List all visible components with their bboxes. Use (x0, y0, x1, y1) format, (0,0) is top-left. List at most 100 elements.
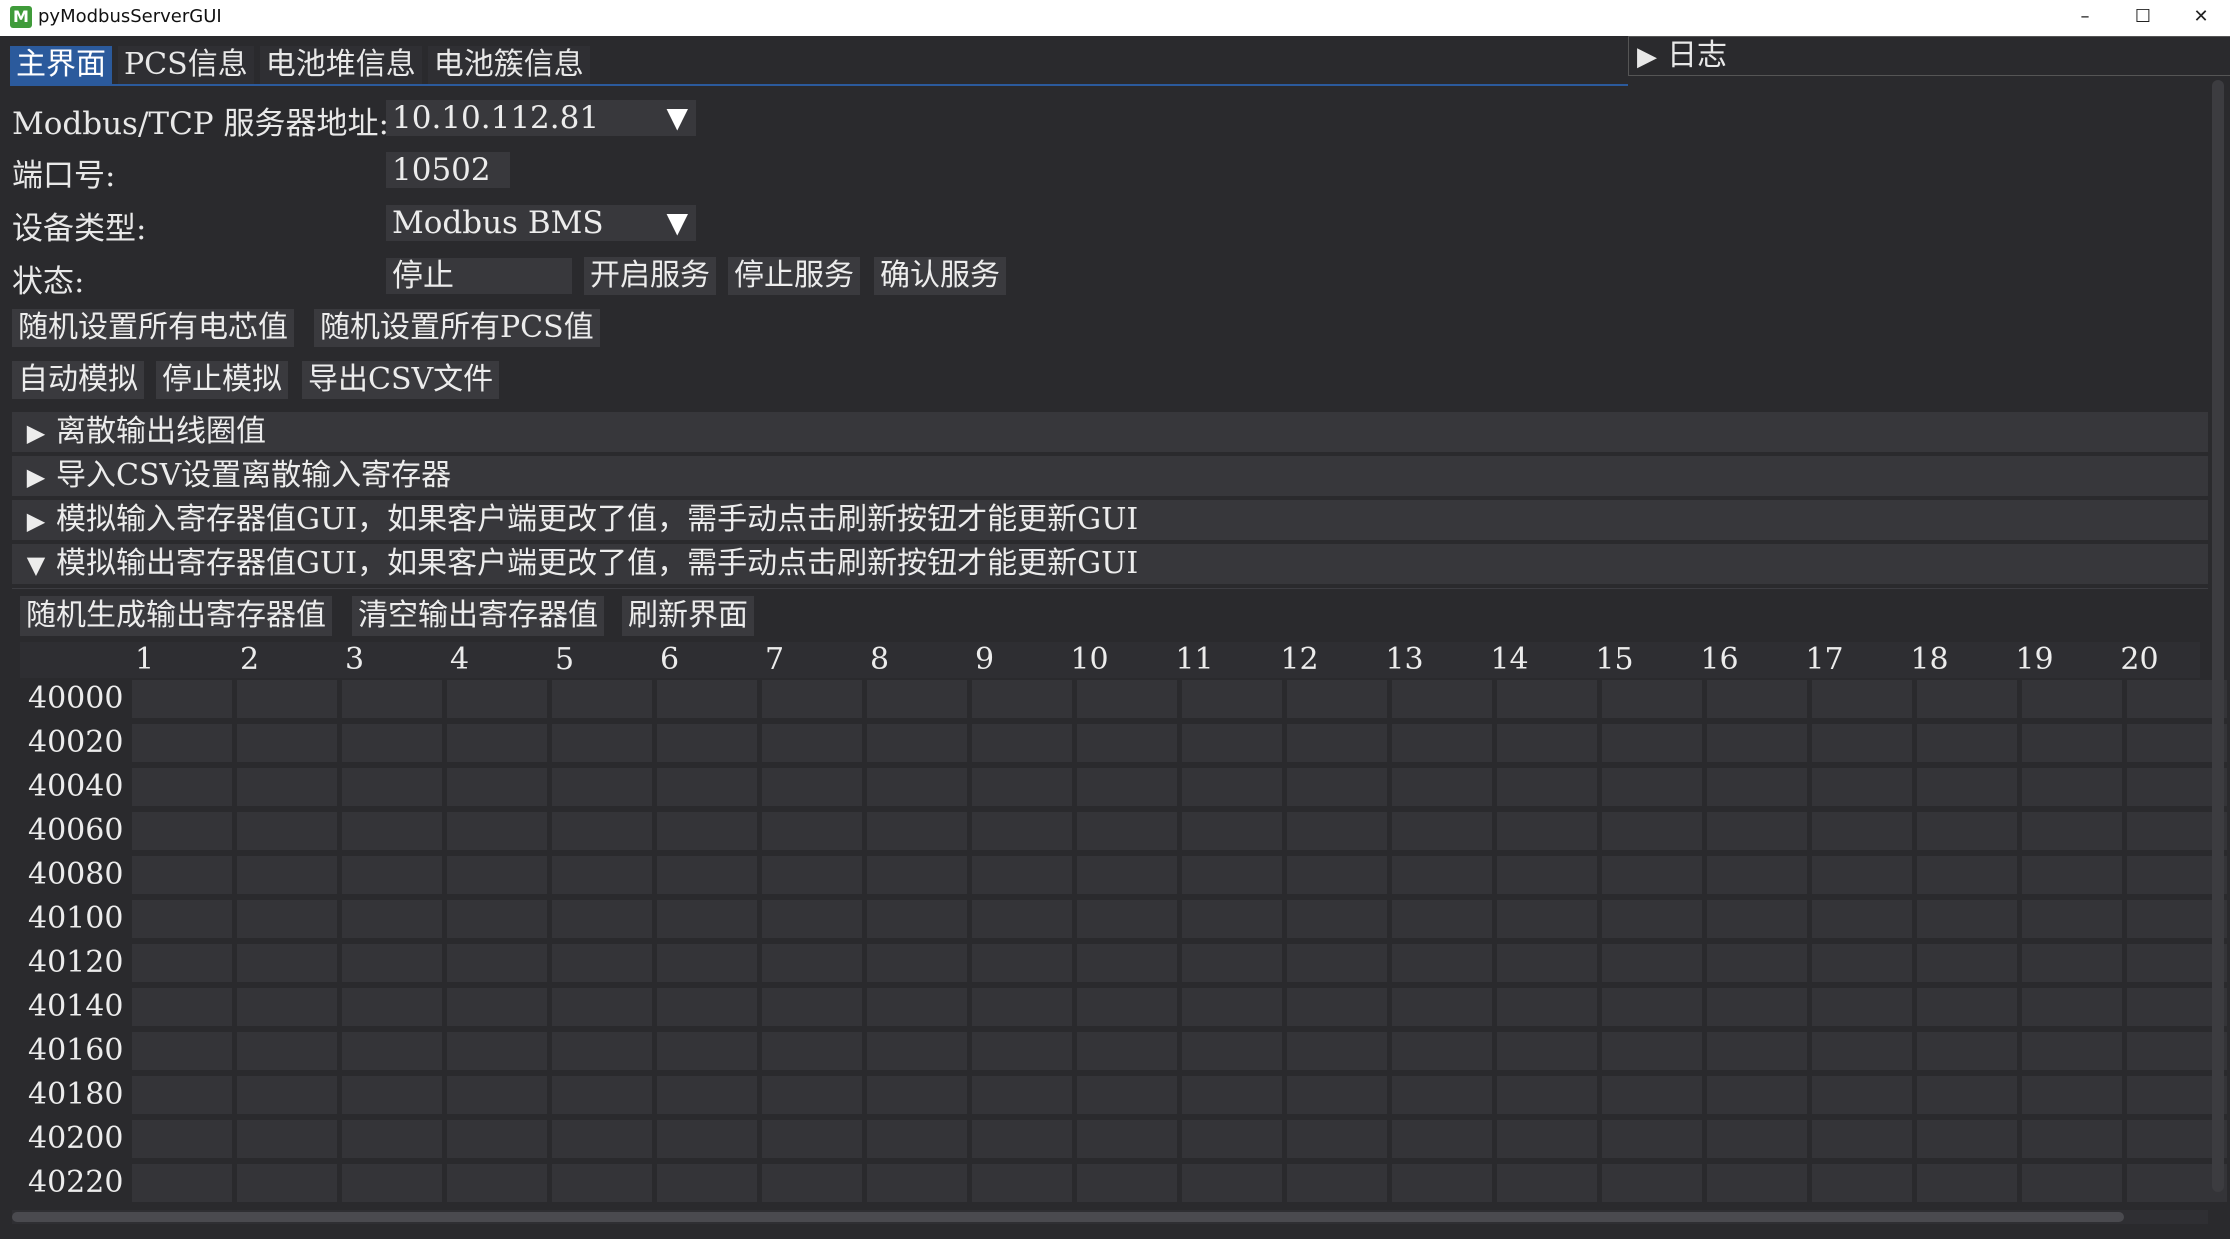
register-cell[interactable] (1182, 812, 1282, 850)
register-cell[interactable] (657, 1164, 757, 1202)
register-cell[interactable] (657, 988, 757, 1026)
register-cell[interactable] (972, 680, 1072, 718)
register-cell[interactable] (762, 856, 862, 894)
register-cell[interactable] (762, 944, 862, 982)
register-cell[interactable] (1812, 768, 1912, 806)
register-cell[interactable] (552, 944, 652, 982)
register-cell[interactable] (1287, 680, 1387, 718)
register-cell[interactable] (2022, 724, 2122, 762)
register-cell[interactable] (552, 856, 652, 894)
register-cell[interactable] (447, 1032, 547, 1070)
register-cell[interactable] (237, 1032, 337, 1070)
register-cell[interactable] (1602, 944, 1702, 982)
register-cell[interactable] (657, 768, 757, 806)
register-cell[interactable] (867, 724, 967, 762)
register-cell[interactable] (1917, 1076, 2017, 1114)
register-cell[interactable] (1812, 680, 1912, 718)
register-cell[interactable] (1602, 812, 1702, 850)
register-cell[interactable] (972, 812, 1072, 850)
register-cell[interactable] (1497, 988, 1597, 1026)
register-cell[interactable] (552, 1032, 652, 1070)
register-cell[interactable] (762, 1032, 862, 1070)
register-cell[interactable] (1917, 680, 2017, 718)
register-cell[interactable] (2022, 856, 2122, 894)
register-cell[interactable] (1497, 768, 1597, 806)
register-cell[interactable] (867, 1076, 967, 1114)
register-cell[interactable] (552, 768, 652, 806)
register-cell[interactable] (867, 900, 967, 938)
register-cell[interactable] (1497, 724, 1597, 762)
register-cell[interactable] (972, 1076, 1072, 1114)
register-cell[interactable] (237, 988, 337, 1026)
register-cell[interactable] (2022, 1120, 2122, 1158)
register-cell[interactable] (1707, 768, 1807, 806)
register-cell[interactable] (1707, 812, 1807, 850)
register-cell[interactable] (1602, 856, 1702, 894)
register-cell[interactable] (1182, 1032, 1282, 1070)
register-cell[interactable] (1497, 812, 1597, 850)
register-cell[interactable] (1182, 900, 1282, 938)
register-cell[interactable] (2022, 1032, 2122, 1070)
register-cell[interactable] (552, 1120, 652, 1158)
vertical-scrollbar[interactable] (2212, 80, 2224, 1192)
close-button[interactable]: ✕ (2172, 0, 2230, 34)
register-cell[interactable] (552, 988, 652, 1026)
register-cell[interactable] (1287, 768, 1387, 806)
random-holding-button[interactable]: 随机生成输出寄存器值 (20, 596, 332, 636)
register-cell[interactable] (1707, 856, 1807, 894)
register-cell[interactable] (1182, 944, 1282, 982)
register-cell[interactable] (972, 900, 1072, 938)
register-cell[interactable] (867, 1120, 967, 1158)
register-cell[interactable] (237, 900, 337, 938)
register-cell[interactable] (1812, 1032, 1912, 1070)
register-cell[interactable] (1497, 1032, 1597, 1070)
register-cell[interactable] (2022, 944, 2122, 982)
register-cell[interactable] (1287, 1164, 1387, 1202)
register-cell[interactable] (447, 856, 547, 894)
register-cell[interactable] (342, 1164, 442, 1202)
register-cell[interactable] (1602, 988, 1702, 1026)
register-cell[interactable] (1602, 1164, 1702, 1202)
register-cell[interactable] (1392, 1076, 1492, 1114)
register-cell[interactable] (2022, 680, 2122, 718)
register-cell[interactable] (447, 812, 547, 850)
register-cell[interactable] (1287, 988, 1387, 1026)
register-cell[interactable] (237, 680, 337, 718)
log-header[interactable]: ▶ 日志 (1628, 36, 2230, 76)
register-cell[interactable] (342, 1120, 442, 1158)
register-cell[interactable] (342, 812, 442, 850)
register-cell[interactable] (1287, 1032, 1387, 1070)
register-cell[interactable] (132, 900, 232, 938)
port-input[interactable]: 10502 (386, 152, 510, 188)
register-cell[interactable] (1812, 988, 1912, 1026)
register-cell[interactable] (237, 1076, 337, 1114)
clear-holding-button[interactable]: 清空输出寄存器值 (352, 596, 604, 636)
register-cell[interactable] (1392, 724, 1492, 762)
register-cell[interactable] (342, 680, 442, 718)
register-cell[interactable] (1812, 856, 1912, 894)
register-cell[interactable] (132, 768, 232, 806)
register-cell[interactable] (1077, 768, 1177, 806)
register-cell[interactable] (1182, 680, 1282, 718)
register-cell[interactable] (972, 988, 1072, 1026)
register-cell[interactable] (1707, 1120, 1807, 1158)
register-cell[interactable] (1077, 1076, 1177, 1114)
register-cell[interactable] (1707, 900, 1807, 938)
register-cell[interactable] (2022, 900, 2122, 938)
register-cell[interactable] (1077, 988, 1177, 1026)
register-cell[interactable] (762, 724, 862, 762)
register-cell[interactable] (1182, 856, 1282, 894)
register-cell[interactable] (1812, 1076, 1912, 1114)
register-cell[interactable] (237, 768, 337, 806)
register-cell[interactable] (1287, 1120, 1387, 1158)
register-cell[interactable] (1917, 1032, 2017, 1070)
register-cell[interactable] (237, 812, 337, 850)
register-cell[interactable] (1392, 944, 1492, 982)
register-cell[interactable] (132, 988, 232, 1026)
register-cell[interactable] (867, 1164, 967, 1202)
register-cell[interactable] (132, 680, 232, 718)
register-cell[interactable] (237, 724, 337, 762)
register-cell[interactable] (1497, 900, 1597, 938)
register-cell[interactable] (1287, 812, 1387, 850)
register-cell[interactable] (1917, 724, 2017, 762)
